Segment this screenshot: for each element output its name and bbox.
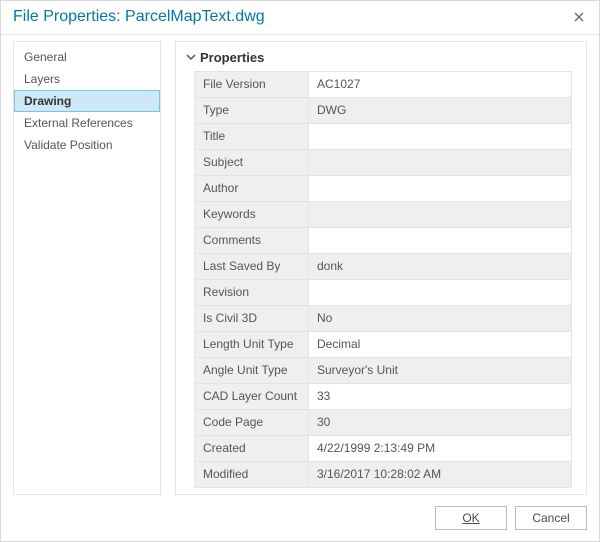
sidebar-item-label: Layers <box>24 72 60 86</box>
property-value: Decimal <box>309 331 572 357</box>
property-value: 30 <box>309 409 572 435</box>
property-value <box>309 175 572 201</box>
property-key: Last Saved By <box>195 253 309 279</box>
property-value: DWG <box>309 97 572 123</box>
property-key: Title <box>195 123 309 149</box>
property-key: Angle Unit Type <box>195 357 309 383</box>
property-value: 3/16/2017 10:28:02 AM <box>309 461 572 487</box>
properties-table: File VersionAC1027TypeDWGTitleSubjectAut… <box>194 71 572 488</box>
property-row: Code Page30 <box>195 409 572 435</box>
property-row: Keywords <box>195 201 572 227</box>
section-title: Properties <box>200 50 264 65</box>
property-row: Comments <box>195 227 572 253</box>
cancel-label: Cancel <box>532 511 569 525</box>
property-row: Angle Unit TypeSurveyor's Unit <box>195 357 572 383</box>
property-key: Revision <box>195 279 309 305</box>
property-row: TypeDWG <box>195 97 572 123</box>
sidebar-item-label: General <box>24 50 67 64</box>
property-row: Is Civil 3DNo <box>195 305 572 331</box>
property-value <box>309 149 572 175</box>
property-row: Last Saved Bydonk <box>195 253 572 279</box>
property-value: Surveyor's Unit <box>309 357 572 383</box>
chevron-down-icon <box>186 52 196 62</box>
property-value: 33 <box>309 383 572 409</box>
property-row: Modified3/16/2017 10:28:02 AM <box>195 461 572 487</box>
sidebar-item-label: Drawing <box>24 94 71 108</box>
property-key: File Version <box>195 71 309 97</box>
property-value <box>309 227 572 253</box>
titlebar: File Properties: ParcelMapText.dwg <box>1 1 599 35</box>
property-row: Subject <box>195 149 572 175</box>
property-value: donk <box>309 253 572 279</box>
property-row: Length Unit TypeDecimal <box>195 331 572 357</box>
sidebar-item-label: External References <box>24 116 133 130</box>
property-row: Revision <box>195 279 572 305</box>
dialog-window: File Properties: ParcelMapText.dwg Gener… <box>0 0 600 542</box>
property-key: CAD Layer Count <box>195 383 309 409</box>
cancel-button[interactable]: Cancel <box>515 506 587 530</box>
main-panel: Properties File VersionAC1027TypeDWGTitl… <box>175 41 587 496</box>
property-key: Type <box>195 97 309 123</box>
close-button[interactable] <box>567 5 591 29</box>
property-row: CAD Layer Count33 <box>195 383 572 409</box>
property-key: Created <box>195 435 309 461</box>
property-value: AC1027 <box>309 71 572 97</box>
property-key: Is Civil 3D <box>195 305 309 331</box>
property-key: Modified <box>195 461 309 487</box>
property-key: Author <box>195 175 309 201</box>
ok-button[interactable]: OK <box>435 506 507 530</box>
property-key: Keywords <box>195 201 309 227</box>
ok-label: OK <box>462 511 479 525</box>
property-row: Author <box>195 175 572 201</box>
dialog-body: General Layers Drawing External References V… <box>1 35 599 496</box>
property-key: Comments <box>195 227 309 253</box>
property-value <box>309 201 572 227</box>
property-value <box>309 279 572 305</box>
property-value <box>309 123 572 149</box>
sidebar-item-label: Validate Position <box>24 138 113 152</box>
sidebar-item-general[interactable]: General <box>14 46 160 68</box>
sidebar-item-layers[interactable]: Layers <box>14 68 160 90</box>
property-key: Subject <box>195 149 309 175</box>
property-row: Created4/22/1999 2:13:49 PM <box>195 435 572 461</box>
sidebar-item-external-references[interactable]: External References <box>14 112 160 134</box>
sidebar-item-validate-position[interactable]: Validate Position <box>14 134 160 156</box>
window-title: File Properties: ParcelMapText.dwg <box>13 8 265 26</box>
property-key: Length Unit Type <box>195 331 309 357</box>
section-header-properties[interactable]: Properties <box>186 50 572 65</box>
property-row: Title <box>195 123 572 149</box>
dialog-footer: OK Cancel <box>1 495 599 541</box>
sidebar-item-drawing[interactable]: Drawing <box>14 90 160 112</box>
property-row: File VersionAC1027 <box>195 71 572 97</box>
property-key: Code Page <box>195 409 309 435</box>
property-value: No <box>309 305 572 331</box>
sidebar: General Layers Drawing External References V… <box>13 41 161 496</box>
property-value: 4/22/1999 2:13:49 PM <box>309 435 572 461</box>
close-icon <box>574 9 584 25</box>
